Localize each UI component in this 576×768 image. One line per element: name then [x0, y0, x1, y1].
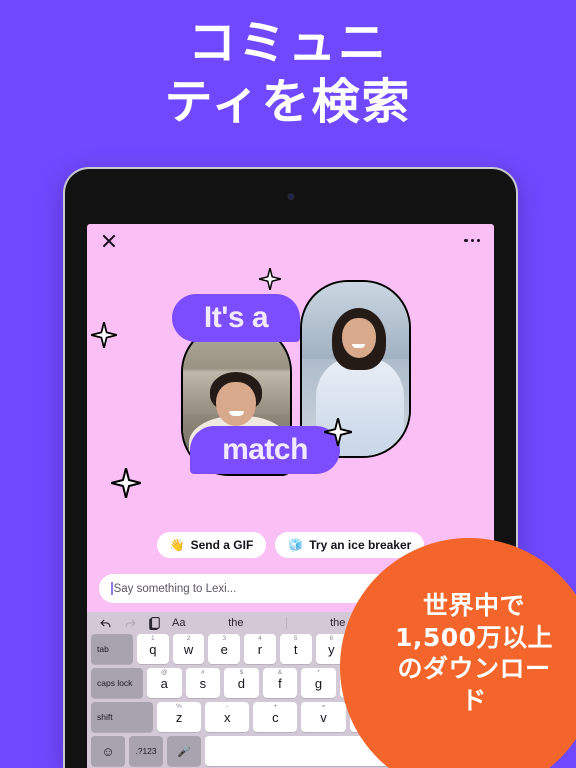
key-f-label: f — [278, 675, 282, 691]
ice-cube-icon: 🧊 — [288, 538, 304, 552]
badge-line-4: ド — [461, 685, 487, 715]
key-d[interactable]: $ d — [224, 668, 259, 698]
key-w-num: 2 — [186, 635, 191, 642]
key-z-label: z — [175, 709, 183, 725]
sparkle-icon — [324, 418, 352, 446]
key-s[interactable]: # s — [185, 668, 221, 698]
headline-line-2: ティを検索 — [164, 73, 412, 130]
key-d-num: $ — [239, 669, 244, 676]
key-d-label: d — [237, 675, 246, 691]
key-e-num: 3 — [222, 635, 227, 642]
text-caret — [111, 582, 113, 595]
headline-line-1: コミュニ — [187, 15, 388, 71]
key-e[interactable]: 3e — [208, 634, 241, 664]
key-w-label: w — [183, 641, 194, 657]
key-w[interactable]: 2w — [172, 634, 205, 664]
key-f[interactable]: & f — [262, 668, 298, 698]
key-s-label: s — [199, 675, 207, 691]
key-t-label: t — [293, 641, 298, 657]
key-x[interactable]: -x — [205, 702, 250, 732]
key-z[interactable]: % z — [157, 702, 202, 732]
key-g-label: g — [314, 675, 323, 691]
badge-line-3: のダウンロー — [397, 654, 551, 683]
try-an-ice-breaker-label: Try an ice breaker — [309, 538, 412, 552]
redo-icon[interactable] — [124, 617, 137, 630]
sparkle-icon — [259, 268, 281, 290]
match-bubble-top: It's a — [172, 294, 300, 342]
page-title: コミュニ ティを検索 — [0, 14, 576, 131]
chat-top-bar — [87, 224, 494, 257]
key-v-label: v — [320, 709, 327, 725]
key-g[interactable]: * g — [301, 668, 336, 698]
undo-icon[interactable] — [99, 617, 112, 630]
key-e-label: e — [220, 641, 228, 657]
match-card: It's a match — [87, 260, 494, 522]
key-c[interactable]: + c — [253, 702, 298, 732]
paste-icon[interactable] — [149, 616, 160, 630]
sparkle-icon — [111, 468, 141, 498]
more-options-icon[interactable] — [464, 238, 480, 243]
suggestion-1[interactable]: the — [185, 617, 286, 629]
key-y-label: y — [328, 641, 335, 657]
key-x-num: - — [226, 703, 229, 710]
key-numbers-toggle[interactable]: .?123 — [129, 736, 163, 766]
badge-line-2: 1,500万以上 — [394, 622, 554, 652]
key-shift[interactable]: shift — [91, 702, 153, 732]
send-a-gif-label: Send a GIF — [190, 538, 254, 552]
close-icon[interactable] — [101, 233, 117, 249]
wave-hand-icon: 👋 — [169, 538, 185, 552]
key-q[interactable]: 1q — [137, 634, 169, 664]
key-tab[interactable]: tab — [91, 634, 133, 664]
format-text-button[interactable]: Aa — [172, 617, 185, 629]
key-c-label: c — [272, 709, 279, 725]
front-camera-icon — [288, 194, 293, 199]
key-g-num: * — [317, 669, 320, 676]
key-t[interactable]: 5t — [279, 634, 312, 664]
key-v[interactable]: = v — [301, 702, 346, 732]
key-q-label: q — [149, 641, 157, 657]
key-a[interactable]: @ a — [147, 668, 182, 698]
key-caps-lock[interactable]: caps lock — [91, 668, 143, 698]
key-a-num: @ — [160, 669, 168, 676]
badge-line-1: 世界中で — [422, 591, 525, 620]
key-a-label: a — [160, 675, 168, 691]
key-c-num: + — [273, 703, 278, 710]
key-x-label: x — [223, 709, 231, 725]
try-an-ice-breaker-button[interactable]: 🧊 Try an ice breaker — [275, 532, 425, 558]
key-r-label: r — [257, 641, 263, 657]
key-q-num: 1 — [151, 635, 155, 642]
key-s-num: # — [201, 669, 205, 676]
match-bubble-bottom: match — [190, 426, 340, 474]
key-t-num: 5 — [293, 635, 298, 642]
key-v-num: = — [321, 703, 326, 710]
send-a-gif-button[interactable]: 👋 Send a GIF — [156, 532, 267, 558]
key-r[interactable]: 4r — [244, 634, 276, 664]
emoji-icon[interactable]: ☺ — [91, 736, 125, 766]
key-f-num: & — [277, 669, 283, 676]
key-z-num: % — [176, 703, 182, 710]
sparkle-icon — [91, 322, 117, 348]
key-r-num: 4 — [258, 635, 262, 642]
microphone-icon[interactable]: 🎤 — [167, 736, 201, 766]
